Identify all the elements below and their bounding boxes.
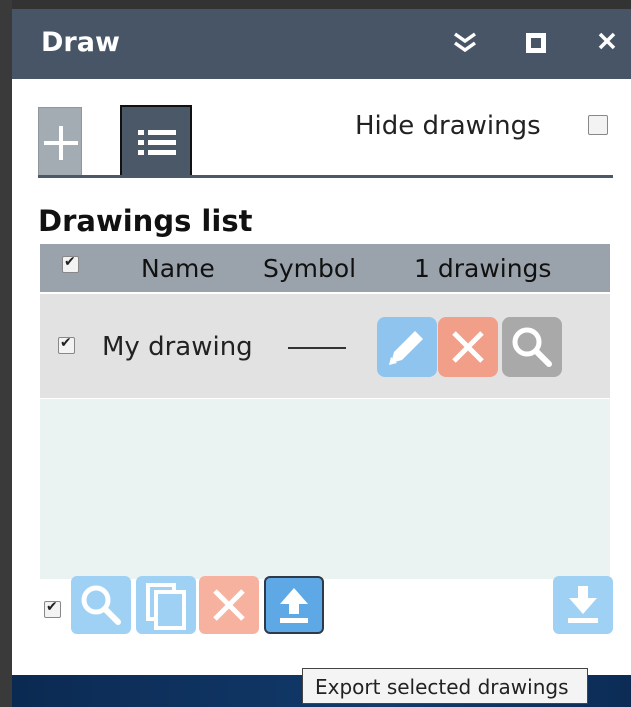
select-all-checkbox[interactable] [62,254,79,273]
drawing-symbol-line [288,347,346,349]
tab-underline [38,175,613,178]
tab-drawings-list[interactable] [120,105,192,177]
download-icon [568,586,598,623]
table-header: Name Symbol 1 drawings [40,244,610,292]
footer-select-all-checkbox[interactable] [44,599,61,618]
export-tooltip: Export selected drawings [302,668,588,704]
delete-selected-button[interactable] [199,576,259,634]
close-icon [213,589,245,621]
edit-button[interactable] [377,317,437,377]
column-name: Name [141,254,215,283]
drawing-name: My drawing [102,332,253,362]
copy-selected-button[interactable] [136,576,196,634]
search-icon [81,585,121,625]
delete-button[interactable] [438,317,498,377]
tab-add-drawing[interactable] [38,107,82,177]
draw-panel: Draw Hide drawings Drawings list ✔ Name … [12,9,631,675]
upload-icon [280,588,308,623]
search-icon [512,327,552,367]
table-row[interactable]: My drawing [40,294,610,398]
zoom-selected-button[interactable] [71,576,131,634]
pencil-icon [389,331,423,365]
drawings-list-title: Drawings list [38,204,253,238]
import-button[interactable] [553,576,613,634]
hide-drawings-checkbox[interactable] [588,115,608,135]
hide-drawings-label: Hide drawings [355,111,541,141]
column-symbol: Symbol [263,254,357,283]
column-count: 1 drawings [414,254,552,283]
maximize-icon[interactable] [526,33,546,53]
close-icon [452,331,484,363]
panel-title: Draw [41,27,120,58]
table-empty-area [40,399,610,579]
collapse-icon[interactable] [452,31,478,58]
panel-titlebar: Draw [12,9,631,79]
window-left-border [0,0,12,707]
plus-icon [44,126,78,160]
row-checkbox[interactable] [58,335,75,354]
list-icon [138,129,176,157]
export-selected-button[interactable] [264,576,324,634]
window-top-border [0,0,631,9]
zoom-button[interactable] [502,317,562,377]
close-icon[interactable] [597,29,617,55]
copy-icon [146,583,186,630]
